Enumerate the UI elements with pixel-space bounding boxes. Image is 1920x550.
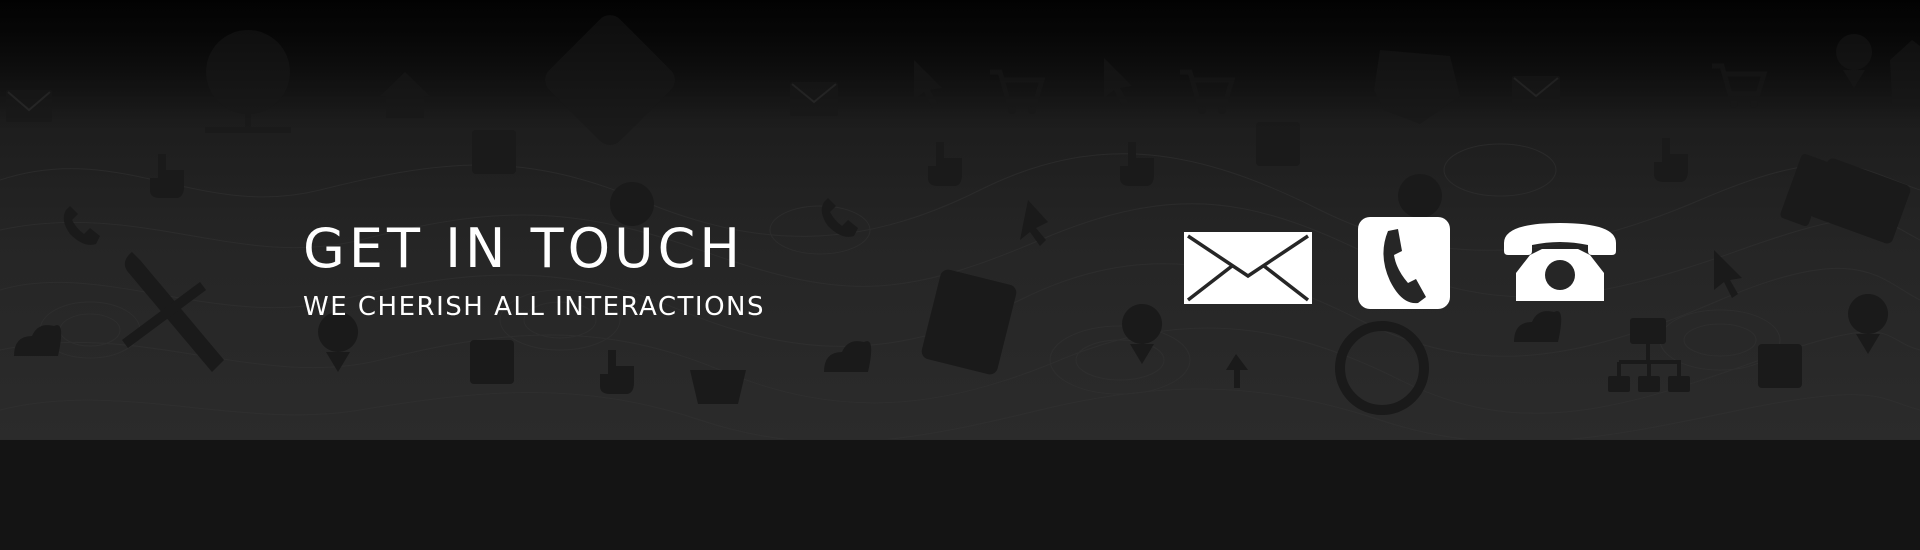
footer-band xyxy=(0,439,1920,550)
mail-icon[interactable] xyxy=(1184,232,1312,304)
contact-banner: GET IN TOUCH WE CHERISH ALL INTERACTIONS xyxy=(0,0,1920,439)
landline-phone-icon[interactable] xyxy=(1500,215,1620,305)
contact-icon-group xyxy=(0,0,1920,439)
mobile-phone-icon[interactable] xyxy=(1358,217,1450,309)
